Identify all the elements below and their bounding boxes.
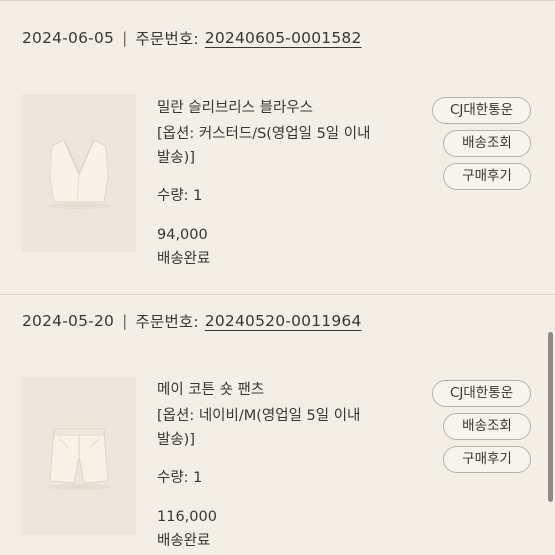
courier-button[interactable]: CJ대한통운 xyxy=(432,380,531,407)
order-date: 2024-05-20 xyxy=(22,312,115,330)
order-header: 2024-06-05 | 주문번호: 20240605-0001582 xyxy=(22,26,362,50)
order-number-link[interactable]: 20240605-0001582 xyxy=(205,29,362,47)
order-actions: CJ대한통운 배송조회 구매후기 xyxy=(432,97,532,196)
quantity: 수량: 1 xyxy=(157,470,203,486)
product-name[interactable]: 밀란 슬리브리스 블라우스 xyxy=(157,96,425,120)
product-thumbnail[interactable] xyxy=(22,377,136,535)
write-review-button[interactable]: 구매후기 xyxy=(443,446,531,473)
product-option: [옵션: 네이비/M(영업일 5일 이내 발송)] xyxy=(157,404,425,452)
courier-button[interactable]: CJ대한통운 xyxy=(432,97,531,124)
order-number-link[interactable]: 20240520-0011964 xyxy=(205,312,362,330)
divider xyxy=(0,294,555,295)
option-line: [옵션: 커스터드/S(영업일 5일 이내 xyxy=(157,126,371,142)
order-date: 2024-06-05 xyxy=(22,29,115,47)
write-review-button[interactable]: 구매후기 xyxy=(443,163,531,190)
option-line: [옵션: 네이비/M(영업일 5일 이내 xyxy=(157,408,361,424)
short-pants-image xyxy=(22,377,136,535)
product-info: 메이 코튼 숏 팬츠 [옵션: 네이비/M(영업일 5일 이내 발송)] 수량:… xyxy=(157,378,425,553)
product-info: 밀란 슬리브리스 블라우스 [옵션: 커스터드/S(영업일 5일 이내 발송)]… xyxy=(157,96,425,271)
delivery-status: 배송완료 xyxy=(157,251,211,267)
divider xyxy=(0,0,555,1)
order-history-page: 2024-06-05 | 주문번호: 20240605-0001582 밀란 슬… xyxy=(0,0,555,555)
option-line: 발송)] xyxy=(157,432,195,448)
product-name[interactable]: 메이 코튼 숏 팬츠 xyxy=(157,378,425,402)
track-delivery-button[interactable]: 배송조회 xyxy=(443,130,531,157)
scrollbar-thumb[interactable] xyxy=(548,332,553,502)
product-option: [옵션: 커스터드/S(영업일 5일 이내 발송)] xyxy=(157,122,425,170)
order-number-label: 주문번호: xyxy=(135,30,199,48)
product-thumbnail[interactable] xyxy=(22,94,136,252)
sleeveless-blouse-image xyxy=(22,94,136,252)
order-number-label: 주문번호: xyxy=(135,313,199,331)
price: 116,000 xyxy=(157,509,217,525)
order-actions: CJ대한통운 배송조회 구매후기 xyxy=(432,380,532,479)
price: 94,000 xyxy=(157,227,208,243)
separator: | xyxy=(122,29,128,47)
track-delivery-button[interactable]: 배송조회 xyxy=(443,413,531,440)
separator: | xyxy=(122,312,128,330)
quantity: 수량: 1 xyxy=(157,188,203,204)
order-header: 2024-05-20 | 주문번호: 20240520-0011964 xyxy=(22,309,362,333)
option-line: 발송)] xyxy=(157,150,195,166)
delivery-status: 배송완료 xyxy=(157,533,211,549)
